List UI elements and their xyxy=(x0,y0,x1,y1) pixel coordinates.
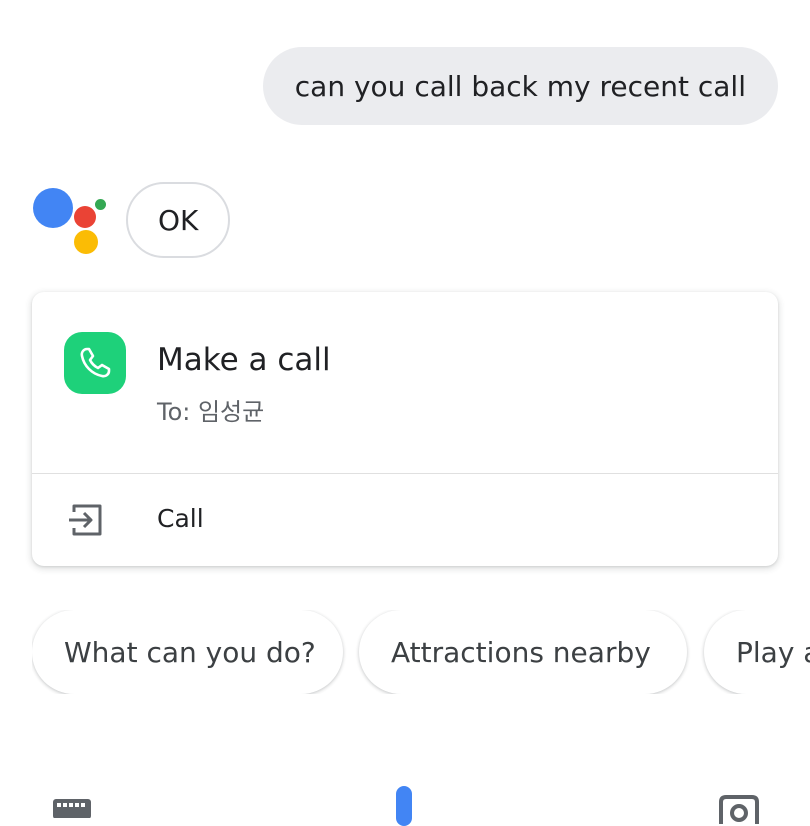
assistant-reply-bubble: OK xyxy=(126,182,231,258)
suggestion-chips: What can you do? Attractions nearby Play… xyxy=(32,610,810,694)
call-card-header[interactable]: Make a call To: 임성균 xyxy=(32,292,778,473)
mic-icon[interactable] xyxy=(396,786,412,826)
assistant-reply-text: OK xyxy=(158,203,199,237)
make-call-card[interactable]: Make a call To: 임성균 Call xyxy=(32,292,778,566)
suggestion-chip[interactable]: Play a xyxy=(704,610,810,694)
logo-dot-red xyxy=(74,206,96,228)
suggestion-chip-label: What can you do? xyxy=(64,635,316,669)
google-assistant-logo xyxy=(30,184,110,258)
logo-dot-yellow xyxy=(74,230,98,254)
call-card-title: Make a call xyxy=(157,342,331,378)
logo-dot-blue xyxy=(33,188,73,228)
phone-icon xyxy=(64,332,126,394)
user-query-text: can you call back my recent call xyxy=(294,69,746,103)
user-query-bubble: can you call back my recent call xyxy=(262,47,778,125)
logo-dot-green xyxy=(95,199,106,210)
suggestion-chip[interactable]: Attractions nearby xyxy=(359,610,687,694)
lens-icon[interactable] xyxy=(718,794,760,824)
suggestion-chip[interactable]: What can you do? xyxy=(32,610,343,694)
call-button[interactable]: Call xyxy=(32,474,778,566)
keyboard-icon[interactable] xyxy=(52,798,92,818)
exit-to-app-icon xyxy=(69,504,102,536)
call-button-label: Call xyxy=(157,504,204,533)
call-card-recipient: To: 임성균 xyxy=(157,398,265,426)
suggestion-chip-label: Attractions nearby xyxy=(391,635,651,669)
suggestion-chip-label: Play a xyxy=(736,635,810,669)
bottom-input-bar xyxy=(0,770,810,826)
